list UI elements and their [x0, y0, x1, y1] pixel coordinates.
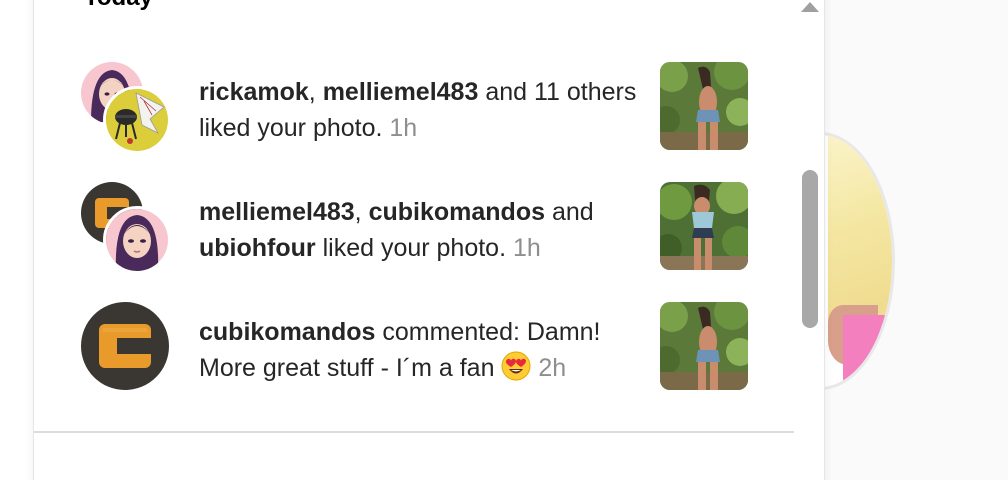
section-divider — [34, 431, 794, 433]
photo-thumbnail[interactable] — [660, 182, 748, 270]
notification-text[interactable]: rickamok, melliemel483 and 11 others lik… — [199, 74, 649, 146]
notification-message: liked your photo. — [315, 234, 513, 262]
notification-row[interactable]: cubikomandos commented: Damn! More great… — [34, 302, 794, 392]
section-title: Today — [84, 0, 153, 12]
username-link[interactable]: melliemel483 — [323, 78, 479, 106]
username-link[interactable]: cubikomandos — [369, 198, 545, 226]
avatar[interactable] — [81, 302, 169, 390]
heart-eyes-emoji-icon — [501, 351, 531, 381]
timestamp: 1h — [512, 234, 541, 262]
notification-text[interactable]: cubikomandos commented: Damn! More great… — [199, 314, 649, 386]
avatar-stack[interactable] — [81, 302, 173, 394]
avatar-stack[interactable] — [81, 62, 173, 154]
timestamp: 1h — [389, 114, 418, 142]
separator-text: , — [354, 198, 369, 226]
username-link[interactable]: cubikomandos — [199, 318, 375, 346]
avatar-stack[interactable] — [81, 182, 173, 274]
photo-thumbnail[interactable] — [660, 302, 748, 390]
avatar[interactable] — [103, 86, 171, 154]
notifications-panel: Today — [33, 0, 825, 480]
notification-row[interactable]: rickamok, melliemel483 and 11 others lik… — [34, 62, 794, 154]
notification-text[interactable]: melliemel483, cubikomandos and ubiohfour… — [199, 194, 649, 266]
notification-row[interactable]: melliemel483, cubikomandos and ubiohfour… — [34, 182, 794, 274]
scrollbar-thumb[interactable] — [802, 170, 818, 328]
timestamp: 2h — [538, 354, 567, 382]
username-link[interactable]: melliemel483 — [199, 198, 355, 226]
photo-thumbnail[interactable] — [660, 62, 748, 150]
separator-text: and — [545, 198, 594, 226]
username-link[interactable]: ubiohfour — [199, 234, 316, 262]
username-link[interactable]: rickamok — [199, 78, 309, 106]
separator-text: , — [308, 78, 323, 106]
avatar[interactable] — [103, 206, 171, 274]
scroll-up-arrow-icon[interactable] — [801, 2, 819, 12]
